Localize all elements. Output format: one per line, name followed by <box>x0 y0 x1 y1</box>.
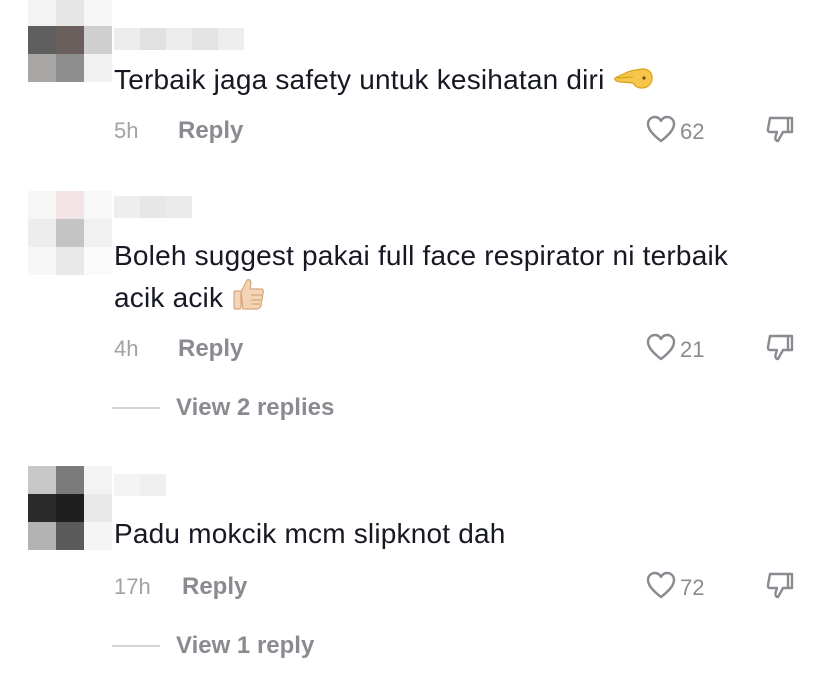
avatar[interactable] <box>28 191 112 275</box>
username-redacted[interactable] <box>114 196 192 218</box>
username-redacted[interactable] <box>114 474 166 496</box>
thumbs-down-outline-icon <box>764 572 796 606</box>
point-left-hand-emoji <box>613 58 655 105</box>
like-button[interactable]: 72 <box>646 571 704 604</box>
like-button[interactable]: 21 <box>646 333 704 366</box>
reply-button[interactable]: Reply <box>182 573 247 601</box>
like-count: 21 <box>680 336 705 362</box>
divider <box>112 407 160 409</box>
view-replies-label: View 2 replies <box>176 394 335 421</box>
dislike-button[interactable] <box>764 332 796 369</box>
dislike-button[interactable] <box>764 570 796 607</box>
divider <box>112 645 160 647</box>
heart-outline-icon <box>646 333 676 366</box>
view-replies-label: View 1 reply <box>176 632 315 659</box>
comment-meta: 17h Reply <box>114 572 247 602</box>
view-replies-button[interactable]: View 2 replies <box>112 394 334 422</box>
avatar[interactable] <box>28 466 112 550</box>
comment-time: 4h <box>114 336 139 361</box>
like-count: 72 <box>680 574 705 600</box>
comment-text-line2: acik acik <box>114 276 814 323</box>
dislike-button[interactable] <box>764 114 796 151</box>
thumbs-up-emoji <box>231 276 267 323</box>
view-replies-button[interactable]: View 1 reply <box>112 632 314 660</box>
comment-time: 5h <box>114 118 139 143</box>
comment-text-line1: Boleh suggest pakai full face respirator… <box>114 240 729 271</box>
thumbs-down-outline-icon <box>764 334 796 368</box>
comment-text: Boleh suggest pakai full face respirator… <box>114 236 814 323</box>
comment-text: Padu mokcik mcm slipknot dah <box>114 518 506 549</box>
thumbs-down-outline-icon <box>764 116 796 150</box>
reply-button[interactable]: Reply <box>178 117 243 145</box>
comment-meta: 5h Reply <box>114 116 243 146</box>
like-button[interactable]: 62 <box>646 115 704 148</box>
comment-meta: 4h Reply <box>114 334 243 364</box>
avatar[interactable] <box>28 0 112 82</box>
reply-button[interactable]: Reply <box>178 335 243 363</box>
username-redacted[interactable] <box>114 28 244 50</box>
comment-time: 17h <box>114 574 151 599</box>
heart-outline-icon <box>646 571 676 604</box>
like-count: 62 <box>680 118 705 144</box>
heart-outline-icon <box>646 115 676 148</box>
comment-text: Terbaik jaga safety untuk kesihatan diri <box>114 58 814 105</box>
